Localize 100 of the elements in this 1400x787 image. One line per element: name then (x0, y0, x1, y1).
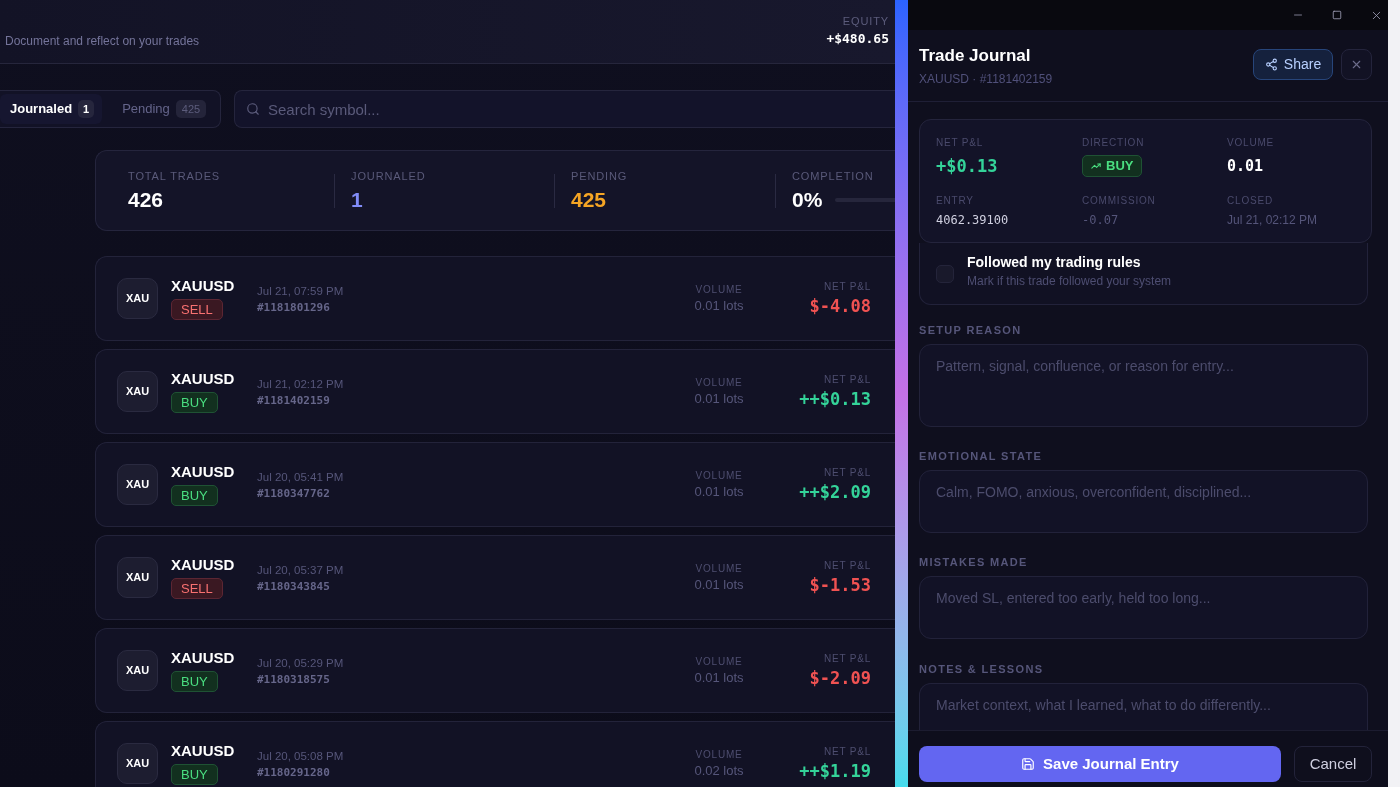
trade-time: Jul 20, 05:08 PM (257, 748, 344, 764)
trade-row[interactable]: XAU XAUUSD BUY Jul 21, 02:12 PM #1181402159 VOLUME 0.01 lots NET P&L ++$0.13 (95, 349, 895, 434)
direction-badge: SELL (171, 578, 223, 599)
volume-label: VOLUME (695, 283, 743, 296)
trade-time: Jul 20, 05:29 PM (257, 655, 344, 671)
summary-label: COMMISSION (1082, 194, 1156, 208)
tab-count: 1 (78, 100, 95, 118)
trade-row[interactable]: XAU XAUUSD BUY Jul 20, 05:08 PM #1180291280 VOLUME 0.02 lots NET P&L ++$1.19 (95, 721, 895, 787)
trade-pnl: $-4.08 (809, 295, 871, 317)
share-button[interactable]: Share (1253, 48, 1333, 80)
volume-label: VOLUME (695, 655, 743, 668)
trade-row[interactable]: XAU XAUUSD BUY Jul 20, 05:29 PM #1180318575 VOLUME 0.01 lots NET P&L $-2.09 (95, 628, 895, 713)
search-field[interactable]: Search symbol... (234, 90, 895, 128)
stat-label: PENDING (571, 168, 628, 183)
trade-ticket: #1180318575 (257, 672, 330, 687)
field-label: NOTES & LESSONS (919, 662, 1044, 676)
search-icon (246, 102, 260, 116)
cancel-button[interactable]: Cancel (1294, 746, 1372, 782)
summary-value: 4062.39100 (936, 212, 1009, 228)
trade-volume: 0.02 lots (694, 762, 744, 779)
trade-symbol: XAUUSD (171, 277, 235, 295)
trade-ticket: #1181801296 (257, 300, 330, 315)
trade-ticket: #1180343845 (257, 579, 330, 594)
volume-label: VOLUME (695, 376, 743, 389)
volume-label: VOLUME (695, 562, 743, 575)
trade-symbol: XAUUSD (171, 742, 235, 760)
trade-pnl: ++$1.19 (799, 760, 871, 782)
trade-pnl: $-2.09 (809, 667, 871, 689)
trade-ticket: #1180291280 (257, 765, 330, 780)
volume-label: VOLUME (695, 469, 743, 482)
direction-badge: BUY (1082, 155, 1143, 177)
summary-value: +$0.13 (936, 155, 998, 177)
stat-value: 1 (351, 186, 363, 213)
trade-symbol: XAUUSD (171, 649, 235, 667)
trade-time: Jul 21, 02:12 PM (257, 376, 344, 392)
symbol-avatar: XAU (117, 557, 158, 598)
trade-volume: 0.01 lots (694, 669, 744, 686)
trade-pnl: ++$0.13 (799, 388, 871, 410)
pnl-label: NET P&L (823, 280, 871, 293)
symbol-avatar: XAU (117, 371, 158, 412)
summary-value: -0.07 (1082, 212, 1119, 228)
trade-ticket: #1181402159 (257, 393, 330, 408)
summary-label: CLOSED (1227, 194, 1273, 208)
tab-count: 425 (175, 100, 207, 118)
trade-row[interactable]: XAU XAUUSD SELL Jul 20, 05:37 PM #1180343845 VOLUME 0.01 lots NET P&L $-1.53 (95, 535, 895, 620)
symbol-avatar: XAU (117, 743, 158, 784)
direction-badge: BUY (171, 764, 218, 785)
direction-badge: BUY (171, 485, 218, 506)
trade-symbol: XAUUSD (171, 556, 235, 574)
pnl-label: NET P&L (823, 745, 871, 758)
save-icon (1021, 757, 1036, 771)
filter-tab[interactable]: Journaled 1 (0, 94, 103, 124)
trade-time: Jul 20, 05:41 PM (257, 469, 344, 485)
trade-volume: 0.01 lots (694, 390, 744, 407)
trade-volume: 0.01 lots (694, 483, 744, 500)
pnl-label: NET P&L (823, 559, 871, 572)
volume-label: VOLUME (695, 748, 743, 761)
panel-subtitle: XAUUSD · #1181402159 (919, 70, 1053, 87)
summary-label: VOLUME (1227, 136, 1275, 150)
journal-text-field[interactable]: Moved SL, entered too early, held too long... (919, 576, 1368, 639)
trade-time: Jul 20, 05:37 PM (257, 562, 344, 578)
summary-label: ENTRY (936, 194, 974, 208)
maximize-icon (1332, 10, 1342, 20)
stat-value: 426 (128, 186, 164, 213)
trade-volume: 0.01 lots (694, 297, 744, 314)
journal-text-field[interactable]: Calm, FOMO, anxious, overconfident, disciplined... (919, 470, 1368, 533)
trade-symbol: XAUUSD (171, 463, 235, 481)
symbol-avatar: XAU (117, 464, 158, 505)
trade-pnl: ++$2.09 (799, 481, 871, 503)
pnl-label: NET P&L (823, 373, 871, 386)
summary-value: Jul 21, 02:12 PM (1227, 212, 1318, 228)
summary-value: 0.01 (1227, 156, 1264, 177)
page-subtitle: Document and reflect on your trades (5, 33, 200, 49)
close-button[interactable] (1341, 48, 1372, 80)
direction-badge: BUY (171, 392, 218, 413)
trade-pnl: $-1.53 (809, 574, 871, 596)
trade-row[interactable]: XAU XAUUSD SELL Jul 21, 07:59 PM #1181801296 VOLUME 0.01 lots NET P&L $-4.08 (95, 256, 895, 341)
share-icon (1264, 57, 1278, 71)
pnl-label: NET P&L (823, 466, 871, 479)
stat-value: 0% (792, 186, 823, 213)
pnl-label: NET P&L (823, 652, 871, 665)
stat-label: TOTAL TRADES (128, 168, 221, 183)
field-label: SETUP REASON (919, 323, 1022, 337)
equity-label: EQUITY (842, 14, 889, 28)
trade-row[interactable]: XAU XAUUSD BUY Jul 20, 05:41 PM #1180347762 VOLUME 0.01 lots NET P&L ++$2.09 (95, 442, 895, 527)
direction-badge: BUY (171, 671, 218, 692)
rules-hint: Mark if this trade followed your system (967, 272, 1172, 289)
symbol-avatar: XAU (117, 278, 158, 319)
rules-card[interactable]: Followed my trading rules Mark if this trade followed your system (919, 243, 1368, 305)
save-button[interactable]: Save Journal Entry (919, 746, 1281, 782)
summary-label: DIRECTION (1082, 136, 1145, 150)
field-label: EMOTIONAL STATE (919, 449, 1043, 463)
stat-label: COMPLETION (792, 168, 874, 183)
trade-ticket: #1180347762 (257, 486, 330, 501)
stat-label: JOURNALED (351, 168, 426, 183)
panel-title: Trade Journal (919, 44, 1032, 67)
symbol-avatar: XAU (117, 650, 158, 691)
trade-time: Jul 21, 07:59 PM (257, 283, 344, 299)
direction-badge: SELL (171, 299, 223, 320)
journal-text-field[interactable]: Pattern, signal, confluence, or reason for entry... (919, 344, 1368, 427)
